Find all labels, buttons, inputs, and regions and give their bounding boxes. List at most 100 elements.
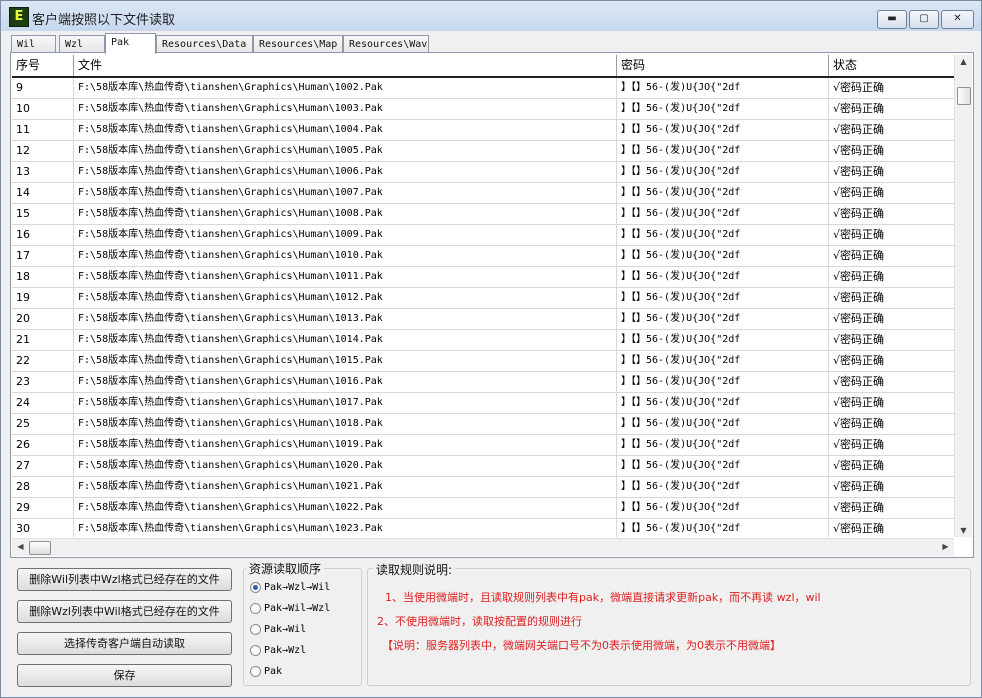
cell-index: 16 xyxy=(12,225,74,245)
column-header-password[interactable]: 密码 xyxy=(617,55,829,76)
cell-status: √密码正确 xyxy=(833,165,885,178)
cell-password: 】【】56-(发)U{JO{"2df xyxy=(617,267,829,287)
tab-resources-data[interactable]: Resources\Data xyxy=(156,35,253,52)
cell-index: 19 xyxy=(12,288,74,308)
column-header-status[interactable]: 状态 xyxy=(829,55,955,76)
column-header-index[interactable]: 序号 xyxy=(12,55,74,76)
table-row[interactable]: 22 F:\58版本库\热血传奇\tianshen\Graphics\Human\… xyxy=(12,351,955,372)
cell-status: √密码正确 xyxy=(833,249,885,262)
tab-resources-map[interactable]: Resources\Map xyxy=(253,35,343,52)
cell-password: 】【】56-(发)U{JO{"2df xyxy=(617,162,829,182)
table-row[interactable]: 29 F:\58版本库\热血传奇\tianshen\Graphics\Human\… xyxy=(12,498,955,519)
table-row[interactable]: 16 F:\58版本库\热血传奇\tianshen\Graphics\Human\… xyxy=(12,225,955,246)
cell-file: F:\58版本库\热血传奇\tianshen\Graphics\Human\10… xyxy=(74,519,617,537)
vertical-scrollbar[interactable]: ▲ ▼ xyxy=(954,55,972,537)
column-header-file[interactable]: 文件 xyxy=(74,55,617,76)
table-row[interactable]: 24 F:\58版本库\热血传奇\tianshen\Graphics\Human\… xyxy=(12,393,955,414)
cell-index: 13 xyxy=(12,162,74,182)
cell-password: 】【】56-(发)U{JO{"2df xyxy=(617,141,829,161)
cell-password: 】【】56-(发)U{JO{"2df xyxy=(617,477,829,497)
cell-password: 】【】56-(发)U{JO{"2df xyxy=(617,288,829,308)
scroll-left-arrow-icon[interactable]: ◀ xyxy=(12,542,29,551)
table-row[interactable]: 19 F:\58版本库\热血传奇\tianshen\Graphics\Human\… xyxy=(12,288,955,309)
delete-wil-duplicates-button[interactable]: 删除Wil列表中Wzl格式已经存在的文件 xyxy=(17,568,232,591)
cell-status: √密码正确 xyxy=(833,123,885,136)
table-row[interactable]: 20 F:\58版本库\热血传奇\tianshen\Graphics\Human\… xyxy=(12,309,955,330)
horizontal-scrollbar[interactable]: ◀ ▶ xyxy=(12,538,954,556)
table-row[interactable]: 30 F:\58版本库\热血传奇\tianshen\Graphics\Human\… xyxy=(12,519,955,537)
table-row[interactable]: 25 F:\58版本库\热血传奇\tianshen\Graphics\Human\… xyxy=(12,414,955,435)
cell-password: 】【】56-(发)U{JO{"2df xyxy=(617,435,829,455)
cell-password: 】【】56-(发)U{JO{"2df xyxy=(617,183,829,203)
cell-status: √密码正确 xyxy=(833,144,885,157)
table-row[interactable]: 26 F:\58版本库\热血传奇\tianshen\Graphics\Human\… xyxy=(12,435,955,456)
cell-status: √密码正确 xyxy=(833,333,885,346)
auto-read-client-button[interactable]: 选择传奇客户端自动读取 xyxy=(17,632,232,655)
cell-status: √密码正确 xyxy=(833,291,885,304)
maximize-button[interactable]: ▢ xyxy=(909,10,939,29)
table-row[interactable]: 27 F:\58版本库\热血传奇\tianshen\Graphics\Human\… xyxy=(12,456,955,477)
cell-index: 27 xyxy=(12,456,74,476)
table-row[interactable]: 13 F:\58版本库\热血传奇\tianshen\Graphics\Human\… xyxy=(12,162,955,183)
cell-file: F:\58版本库\热血传奇\tianshen\Graphics\Human\10… xyxy=(74,78,617,98)
tab-wil[interactable]: Wil xyxy=(11,35,56,52)
cell-password: 】【】56-(发)U{JO{"2df xyxy=(617,78,829,98)
table-row[interactable]: 28 F:\58版本库\热血传奇\tianshen\Graphics\Human\… xyxy=(12,477,955,498)
tab-wzl[interactable]: Wzl xyxy=(59,35,105,52)
cell-file: F:\58版本库\热血传奇\tianshen\Graphics\Human\10… xyxy=(74,120,617,140)
table-row[interactable]: 9 F:\58版本库\热血传奇\tianshen\Graphics\Human\1… xyxy=(12,78,955,99)
close-button[interactable]: ✕ xyxy=(941,10,974,29)
cell-file: F:\58版本库\热血传奇\tianshen\Graphics\Human\10… xyxy=(74,309,617,329)
table-row[interactable]: 10 F:\58版本库\热血传奇\tianshen\Graphics\Human\… xyxy=(12,99,955,120)
save-button[interactable]: 保存 xyxy=(17,664,232,687)
cell-index: 15 xyxy=(12,204,74,224)
cell-index: 21 xyxy=(12,330,74,350)
cell-password: 】【】56-(发)U{JO{"2df xyxy=(617,225,829,245)
scroll-up-arrow-icon[interactable]: ▲ xyxy=(955,57,972,66)
file-table[interactable]: 序号 文件 密码 状态 9 F:\58版本库\热血传奇\tianshen\Grap… xyxy=(12,55,955,537)
table-row[interactable]: 14 F:\58版本库\热血传奇\tianshen\Graphics\Human\… xyxy=(12,183,955,204)
table-row[interactable]: 23 F:\58版本库\热血传奇\tianshen\Graphics\Human\… xyxy=(12,372,955,393)
cell-file: F:\58版本库\热血传奇\tianshen\Graphics\Human\10… xyxy=(74,246,617,266)
cell-index: 10 xyxy=(12,99,74,119)
cell-index: 25 xyxy=(12,414,74,434)
tab-resources-wav[interactable]: Resources\Wav xyxy=(343,35,429,52)
cell-file: F:\58版本库\热血传奇\tianshen\Graphics\Human\10… xyxy=(74,477,617,497)
cell-status: √密码正确 xyxy=(833,396,885,409)
rules-title: 读取规则说明: xyxy=(373,561,456,578)
cell-file: F:\58版本库\热血传奇\tianshen\Graphics\Human\10… xyxy=(74,435,617,455)
title-bar[interactable]: E 客户端按照以下文件读取 ▬ ▢ ✕ xyxy=(1,1,981,31)
radio-selected-icon xyxy=(250,582,261,593)
tab-pak[interactable]: Pak xyxy=(105,33,156,54)
cell-file: F:\58版本库\热血传奇\tianshen\Graphics\Human\10… xyxy=(74,330,617,350)
horizontal-scroll-thumb[interactable] xyxy=(29,541,51,555)
minimize-button[interactable]: ▬ xyxy=(877,10,907,29)
delete-wzl-duplicates-button[interactable]: 删除Wzl列表中Wil格式已经存在的文件 xyxy=(17,600,232,623)
cell-status: √密码正确 xyxy=(833,102,885,115)
table-row[interactable]: 18 F:\58版本库\热血传奇\tianshen\Graphics\Human\… xyxy=(12,267,955,288)
table-row[interactable]: 17 F:\58版本库\热血传奇\tianshen\Graphics\Human\… xyxy=(12,246,955,267)
cell-status: √密码正确 xyxy=(833,459,885,472)
cell-index: 29 xyxy=(12,498,74,518)
window-title: 客户端按照以下文件读取 xyxy=(32,13,176,28)
table-row[interactable]: 21 F:\58版本库\热血传奇\tianshen\Graphics\Human\… xyxy=(12,330,955,351)
app-icon: E xyxy=(9,7,29,27)
table-row[interactable]: 11 F:\58版本库\热血传奇\tianshen\Graphics\Human\… xyxy=(12,120,955,141)
rule-line-3: 【说明：服务器列表中，微端网关端口号不为0表示使用微端，为0表示不用微端】 xyxy=(382,639,781,652)
cell-status: √密码正确 xyxy=(833,417,885,430)
vertical-scroll-thumb[interactable] xyxy=(957,87,971,105)
cell-status: √密码正确 xyxy=(833,312,885,325)
cell-index: 9 xyxy=(12,78,74,98)
scroll-right-arrow-icon[interactable]: ▶ xyxy=(937,542,954,551)
cell-file: F:\58版本库\热血传奇\tianshen\Graphics\Human\10… xyxy=(74,351,617,371)
rule-line-1: 1、当使用微端时，且读取规则列表中有pak，微端直接请求更新pak，而不再读 w… xyxy=(385,591,821,604)
read-order-title: 资源读取顺序 xyxy=(246,560,325,577)
cell-status: √密码正确 xyxy=(833,207,885,220)
table-row[interactable]: 15 F:\58版本库\热血传奇\tianshen\Graphics\Human\… xyxy=(12,204,955,225)
table-row[interactable]: 12 F:\58版本库\热血传奇\tianshen\Graphics\Human\… xyxy=(12,141,955,162)
cell-file: F:\58版本库\热血传奇\tianshen\Graphics\Human\10… xyxy=(74,372,617,392)
cell-status: √密码正确 xyxy=(833,186,885,199)
cell-status: √密码正确 xyxy=(833,501,885,514)
scroll-down-arrow-icon[interactable]: ▼ xyxy=(955,526,972,535)
file-table-panel: 序号 文件 密码 状态 9 F:\58版本库\热血传奇\tianshen\Grap… xyxy=(10,52,974,558)
